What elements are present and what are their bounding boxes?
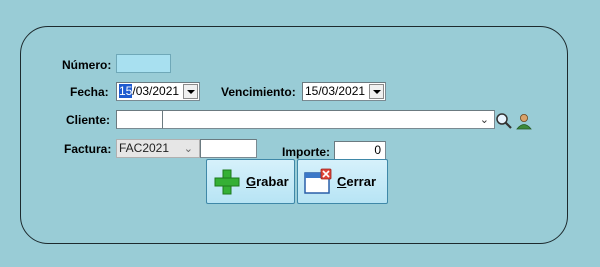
vencimiento-date-picker[interactable]: 15/03/2021	[302, 82, 386, 101]
importe-field[interactable]: 0	[334, 141, 386, 160]
fecha-date-picker[interactable]: 15/03/2021	[116, 82, 200, 101]
numero-label: Número:	[62, 58, 112, 72]
window-close-icon	[304, 168, 332, 194]
cliente-name-combo[interactable]: ⌄	[162, 110, 495, 129]
vencimiento-label: Vencimiento:	[221, 85, 296, 99]
fecha-label: Fecha:	[70, 85, 109, 99]
factura-number-field[interactable]	[200, 139, 257, 158]
magnifier-icon[interactable]	[495, 112, 513, 130]
chevron-down-icon[interactable]: ⌄	[480, 112, 489, 129]
fecha-rest: /03/2021	[132, 84, 180, 98]
grabar-accel: G	[246, 174, 257, 189]
fecha-day-selected: 15	[119, 84, 133, 98]
person-icon[interactable]	[515, 112, 533, 130]
vencimiento-dropdown-button[interactable]	[369, 84, 384, 99]
fecha-dropdown-button[interactable]	[183, 84, 198, 99]
importe-value: 0	[374, 143, 381, 157]
grabar-button[interactable]: Grabar	[206, 159, 295, 204]
factura-series-combo[interactable]: FAC2021 ⌄	[116, 139, 200, 158]
cliente-code-value	[117, 112, 119, 126]
factura-number-value	[201, 141, 203, 155]
cerrar-label: errar	[346, 174, 377, 189]
cliente-name-value	[163, 112, 165, 126]
numero-field[interactable]	[116, 54, 171, 73]
grabar-label: rabar	[256, 174, 289, 189]
cliente-code-field[interactable]	[116, 110, 164, 129]
chevron-down-icon[interactable]: ⌄	[184, 141, 193, 158]
numero-value	[117, 56, 119, 70]
cerrar-accel: C	[337, 174, 347, 189]
green-plus-icon	[214, 169, 240, 194]
cerrar-button[interactable]: Cerrar	[297, 159, 388, 204]
factura-label: Factura:	[64, 142, 112, 156]
importe-label: Importe:	[282, 145, 330, 159]
factura-series-value: FAC2021	[119, 141, 170, 155]
vencimiento-value: 15/03/2021	[305, 84, 366, 98]
cliente-label: Cliente:	[66, 113, 111, 127]
